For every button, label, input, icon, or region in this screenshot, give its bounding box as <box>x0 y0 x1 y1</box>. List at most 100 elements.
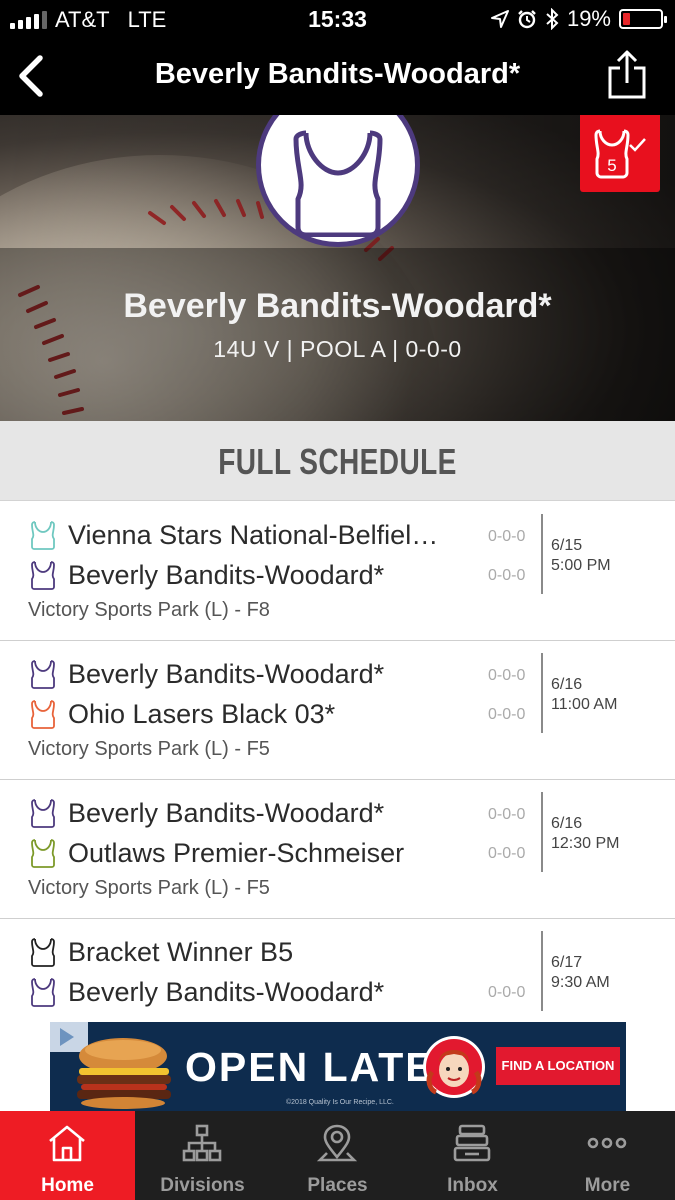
game-venue: Victory Sports Park (L) - F5 <box>28 738 270 760</box>
schedule-header: FULL SCHEDULE <box>0 421 675 501</box>
game-venue: Victory Sports Park (L) - F8 <box>28 599 270 621</box>
inbox-icon <box>453 1124 491 1162</box>
away-team-record: 0-0-0 <box>488 706 526 723</box>
jersey-icon <box>31 799 55 828</box>
away-team-name: Beverly Bandits-Woodard* <box>68 976 385 1007</box>
game-date: 6/16 <box>551 815 583 832</box>
home-team-name: Vienna Stars National-Belfiel… <box>68 519 439 550</box>
hero-team-name: Beverly Bandits-Woodard* <box>123 287 552 325</box>
jersey-icon <box>31 839 55 868</box>
away-team-record: 0-0-0 <box>488 567 526 584</box>
home-icon <box>49 1125 85 1162</box>
game-row[interactable]: Beverly Bandits-Woodard* 0-0-0 Outlaws P… <box>0 780 675 919</box>
row-divider <box>541 514 543 594</box>
ad-legal-text: ©2018 Quality Is Our Recipe, LLC. <box>286 1099 394 1106</box>
jersey-icon <box>293 130 383 237</box>
row-divider <box>541 792 543 872</box>
tab-more[interactable]: More <box>540 1111 675 1200</box>
tab-places-label: Places <box>307 1175 368 1196</box>
home-team-record: 0-0-0 <box>488 667 526 684</box>
game-venue: Victory Sports Park (L) - F5 <box>28 877 270 899</box>
home-team-name: Bracket Winner B5 <box>68 936 294 967</box>
jersey-icon <box>31 561 55 590</box>
away-team: Beverly Bandits-Woodard* <box>30 557 468 593</box>
hero-text-band <box>0 248 675 421</box>
row-divider <box>541 931 543 1011</box>
tab-bar: Home Divisions Places Inbox More <box>0 1111 675 1200</box>
game-datetime: 6/16 11:00 AM <box>551 675 617 715</box>
team-logo <box>256 115 420 247</box>
jersey-check-icon: 5 <box>594 129 646 179</box>
game-date: 6/16 <box>551 676 583 693</box>
game-date: 6/17 <box>551 954 583 971</box>
tab-home-label: Home <box>41 1175 94 1196</box>
tab-inbox[interactable]: Inbox <box>405 1111 540 1200</box>
location-pin-icon <box>317 1124 357 1162</box>
favorite-count: 5 <box>607 156 616 175</box>
schedule-list: Vienna Stars National-Belfiel… 0-0-0 Bev… <box>0 502 675 1022</box>
game-row[interactable]: Beverly Bandits-Woodard* 0-0-0 Ohio Lase… <box>0 641 675 780</box>
find-location-button[interactable]: FIND A LOCATION <box>496 1047 620 1085</box>
ad-headline: OPEN LATE <box>185 1044 435 1090</box>
home-team: Bracket Winner B5 <box>30 934 468 970</box>
battery-icon <box>619 9 667 29</box>
burger-image <box>77 1038 171 1109</box>
away-team-record: 0-0-0 <box>488 984 526 1001</box>
battery-percent: 19% <box>566 6 611 31</box>
away-team-name: Ohio Lasers Black 03* <box>68 698 336 729</box>
away-team: Ohio Lasers Black 03* <box>30 696 468 732</box>
jersey-icon <box>31 660 55 689</box>
page-title: Beverly Bandits-Woodard* <box>154 58 521 90</box>
home-team-name: Beverly Bandits-Woodard* <box>68 797 385 828</box>
game-time: 5:00 PM <box>551 557 611 574</box>
tab-places[interactable]: Places <box>270 1111 405 1200</box>
jersey-icon <box>31 938 55 967</box>
game-time: 12:30 PM <box>551 835 620 852</box>
alarm-icon <box>518 10 536 29</box>
home-team: Beverly Bandits-Woodard* <box>30 656 468 692</box>
game-datetime: 6/16 12:30 PM <box>551 814 619 854</box>
game-row[interactable]: Vienna Stars National-Belfiel… 0-0-0 Bev… <box>0 502 675 641</box>
tab-divisions-label: Divisions <box>160 1175 245 1196</box>
more-dots-icon <box>587 1137 627 1149</box>
home-team: Beverly Bandits-Woodard* <box>30 795 468 831</box>
game-datetime: 6/15 5:00 PM <box>551 536 611 576</box>
status-bar: AT&T LTE 15:33 19% <box>0 0 675 38</box>
tab-home[interactable]: Home <box>0 1111 135 1200</box>
home-team-record: 0-0-0 <box>488 528 526 545</box>
hero-team-details: 14U V | POOL A | 0-0-0 <box>213 336 462 362</box>
away-team: Beverly Bandits-Woodard* <box>30 974 468 1010</box>
home-team-name: Beverly Bandits-Woodard* <box>68 658 385 689</box>
game-time: 9:30 AM <box>551 974 610 991</box>
nav-bar: Beverly Bandits-Woodard* <box>0 38 675 115</box>
away-team: Outlaws Premier-Schmeiser <box>30 835 468 871</box>
game-date: 6/15 <box>551 537 583 554</box>
team-hero: 5 Beverly Bandits-Woodard* 14U V | POOL … <box>0 115 675 421</box>
tab-more-label: More <box>584 1175 631 1196</box>
mascot-logo <box>423 1036 485 1098</box>
divisions-icon <box>182 1124 222 1162</box>
advertisement-banner[interactable]: OPEN LATE FIND A LOCATION ©2018 Quality … <box>50 1022 626 1111</box>
tab-divisions[interactable]: Divisions <box>135 1111 270 1200</box>
favorite-team-button[interactable]: 5 <box>580 115 660 192</box>
away-team-record: 0-0-0 <box>488 845 526 862</box>
screen: { "status_bar": { "carrier": "AT&T", "ne… <box>0 0 675 1200</box>
jersey-icon <box>31 700 55 729</box>
battery-fill <box>623 13 630 25</box>
away-team-name: Beverly Bandits-Woodard* <box>68 559 385 590</box>
home-team-record: 0-0-0 <box>488 806 526 823</box>
share-icon[interactable] <box>607 50 647 100</box>
bluetooth-icon <box>546 8 559 30</box>
home-team: Vienna Stars National-Belfiel… <box>30 517 468 553</box>
away-team-name: Outlaws Premier-Schmeiser <box>68 837 405 868</box>
chevron-left-icon[interactable] <box>14 54 50 98</box>
game-time: 11:00 AM <box>551 696 618 713</box>
game-row[interactable]: Bracket Winner B5 Beverly Bandits-Woodar… <box>0 919 675 1022</box>
jersey-icon <box>31 978 55 1007</box>
row-divider <box>541 653 543 733</box>
tab-inbox-label: Inbox <box>447 1175 498 1196</box>
jersey-icon <box>31 521 55 550</box>
schedule-title: FULL SCHEDULE <box>218 441 457 482</box>
game-datetime: 6/17 9:30 AM <box>551 953 610 993</box>
location-arrow-icon <box>490 10 509 28</box>
